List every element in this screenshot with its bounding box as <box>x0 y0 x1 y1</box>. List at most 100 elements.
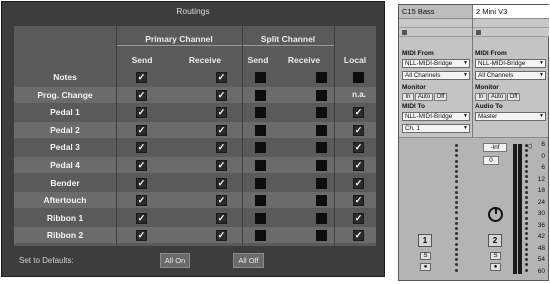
arm-icon[interactable]: ● <box>420 263 431 271</box>
monitor-off-button[interactable]: Off <box>434 93 447 101</box>
routing-checkbox-unchecked[interactable] <box>316 160 327 171</box>
routing-checkbox-checked[interactable]: ✓ <box>136 212 147 224</box>
routing-checkbox-checked[interactable]: ✓ <box>353 230 364 242</box>
clip-slot[interactable] <box>399 19 472 28</box>
monitor-in-button[interactable]: In <box>402 93 414 101</box>
routing-checkbox-unchecked[interactable] <box>255 177 266 189</box>
routing-checkbox-checked[interactable]: ✓ <box>353 160 364 171</box>
routing-checkbox-checked[interactable]: ✓ <box>136 142 147 154</box>
fader-dot <box>525 237 528 241</box>
dropdown-arrow-icon: ▼ <box>463 72 468 78</box>
routing-checkbox-unchecked[interactable] <box>255 230 266 242</box>
fader-dot <box>455 164 458 168</box>
fader-dot <box>455 237 458 241</box>
routing-checkbox-checked[interactable]: ✓ <box>353 107 364 119</box>
routing-checkbox-checked[interactable]: ✓ <box>216 142 227 154</box>
monitor-auto-button[interactable]: Auto <box>488 93 506 101</box>
fader-dot <box>455 263 458 267</box>
midi-from-select[interactable]: NLL-MIDI-Bridge ▼ <box>475 59 546 68</box>
volume-fader-dots[interactable] <box>525 144 528 274</box>
routing-checkbox-checked[interactable]: ✓ <box>353 142 364 154</box>
peak-level-display[interactable]: -Inf <box>483 143 507 152</box>
routing-checkbox-unchecked[interactable] <box>316 107 327 119</box>
solo-button[interactable]: S <box>490 252 501 260</box>
fader-dot <box>525 201 528 205</box>
channel-out-select[interactable]: Ch. 1 ▼ <box>402 124 470 133</box>
routing-checkbox-checked[interactable]: ✓ <box>136 89 147 101</box>
routing-checkbox-unchecked[interactable] <box>255 89 266 101</box>
midi-from-select[interactable]: NLL-MIDI-Bridge ▼ <box>402 59 470 68</box>
routing-checkbox-unchecked[interactable] <box>316 230 327 242</box>
column-separator <box>334 26 335 246</box>
routing-checkbox-unchecked[interactable] <box>316 72 327 83</box>
volume-fader-handle-icon[interactable]: ◁ <box>526 142 531 150</box>
routing-checkbox-unchecked[interactable] <box>316 89 327 101</box>
channel-in-select[interactable]: All Channels ▼ <box>475 71 546 80</box>
routing-checkbox-checked[interactable]: ✓ <box>136 124 147 136</box>
routing-checkbox-checked[interactable]: ✓ <box>216 107 227 119</box>
all-off-button[interactable]: All Off <box>233 253 264 268</box>
routing-checkbox-checked[interactable]: ✓ <box>353 212 364 224</box>
pan-knob[interactable] <box>488 207 503 222</box>
routing-checkbox-unchecked[interactable] <box>316 195 327 207</box>
routing-checkbox-unchecked[interactable] <box>255 212 266 224</box>
fader-dot <box>455 232 458 236</box>
audio-to-select[interactable]: Master ▼ <box>475 112 546 121</box>
fader-dot <box>455 185 458 189</box>
arm-icon[interactable]: ● <box>490 263 501 271</box>
track-title[interactable]: 2 Mini V3 <box>473 5 549 19</box>
monitor-in-button[interactable]: In <box>475 93 487 101</box>
routing-checkbox-checked[interactable]: ✓ <box>136 177 147 189</box>
routing-checkbox-unchecked[interactable] <box>316 212 327 224</box>
routing-checkbox-checked[interactable]: ✓ <box>136 72 147 83</box>
channel-in-select[interactable]: All Channels ▼ <box>402 71 470 80</box>
routing-checkbox-unchecked[interactable] <box>255 124 266 136</box>
routing-checkbox-checked[interactable]: ✓ <box>216 89 227 101</box>
routing-checkbox-checked[interactable]: ✓ <box>216 177 227 189</box>
routing-row: Bender ✓ ✓ ✓ <box>14 175 376 191</box>
routing-checkbox-checked[interactable]: ✓ <box>136 107 147 119</box>
volume-fader-dots[interactable] <box>455 144 458 274</box>
track-title[interactable]: C15 Bass <box>399 5 472 19</box>
routing-checkbox-unchecked[interactable] <box>353 72 364 83</box>
routing-checkbox-unchecked[interactable] <box>255 142 266 154</box>
routing-checkbox-checked[interactable]: ✓ <box>216 160 227 171</box>
track-activator-button[interactable]: 1 <box>418 234 432 247</box>
volume-value[interactable]: 0 <box>483 156 499 165</box>
routing-checkbox-unchecked[interactable] <box>316 177 327 189</box>
fader-dot <box>455 175 458 179</box>
routing-checkbox-checked[interactable]: ✓ <box>353 195 364 207</box>
routing-checkbox-checked[interactable]: ✓ <box>216 195 227 207</box>
db-scale-label: 60 <box>537 267 545 275</box>
routing-checkbox-checked[interactable]: ✓ <box>353 124 364 136</box>
routing-checkbox-unchecked[interactable] <box>316 124 327 136</box>
col-local: Local <box>343 55 367 65</box>
solo-button[interactable]: S <box>420 252 431 260</box>
fader-dot <box>525 221 528 225</box>
routing-checkbox-checked[interactable]: ✓ <box>216 124 227 136</box>
routing-checkbox-checked[interactable]: ✓ <box>216 212 227 224</box>
stop-icon[interactable] <box>476 30 481 35</box>
routing-checkbox-checked[interactable]: ✓ <box>136 195 147 207</box>
fader-dot <box>525 232 528 236</box>
routing-checkbox-unchecked[interactable] <box>255 195 266 207</box>
all-on-button[interactable]: All On <box>160 253 190 268</box>
stop-icon[interactable] <box>402 30 407 35</box>
clip-slot[interactable] <box>473 19 549 28</box>
routing-checkbox-checked[interactable]: ✓ <box>136 160 147 171</box>
clip-slot[interactable] <box>473 28 549 37</box>
monitor-auto-button[interactable]: Auto <box>415 93 433 101</box>
routing-checkbox-unchecked[interactable] <box>316 142 327 154</box>
routing-checkbox-checked[interactable]: ✓ <box>216 72 227 83</box>
routing-checkbox-checked[interactable]: ✓ <box>353 177 364 189</box>
routing-checkbox-unchecked[interactable] <box>255 72 266 83</box>
group-divider <box>116 45 334 46</box>
midi-to-select[interactable]: NLL-MIDI-Bridge ▼ <box>402 112 470 121</box>
monitor-off-button[interactable]: Off <box>507 93 520 101</box>
routing-checkbox-checked[interactable]: ✓ <box>136 230 147 242</box>
track-activator-button[interactable]: 2 <box>488 234 502 247</box>
routing-checkbox-unchecked[interactable] <box>255 160 266 171</box>
clip-slot[interactable] <box>399 28 472 37</box>
routing-checkbox-checked[interactable]: ✓ <box>216 230 227 242</box>
routing-checkbox-unchecked[interactable] <box>255 107 266 119</box>
